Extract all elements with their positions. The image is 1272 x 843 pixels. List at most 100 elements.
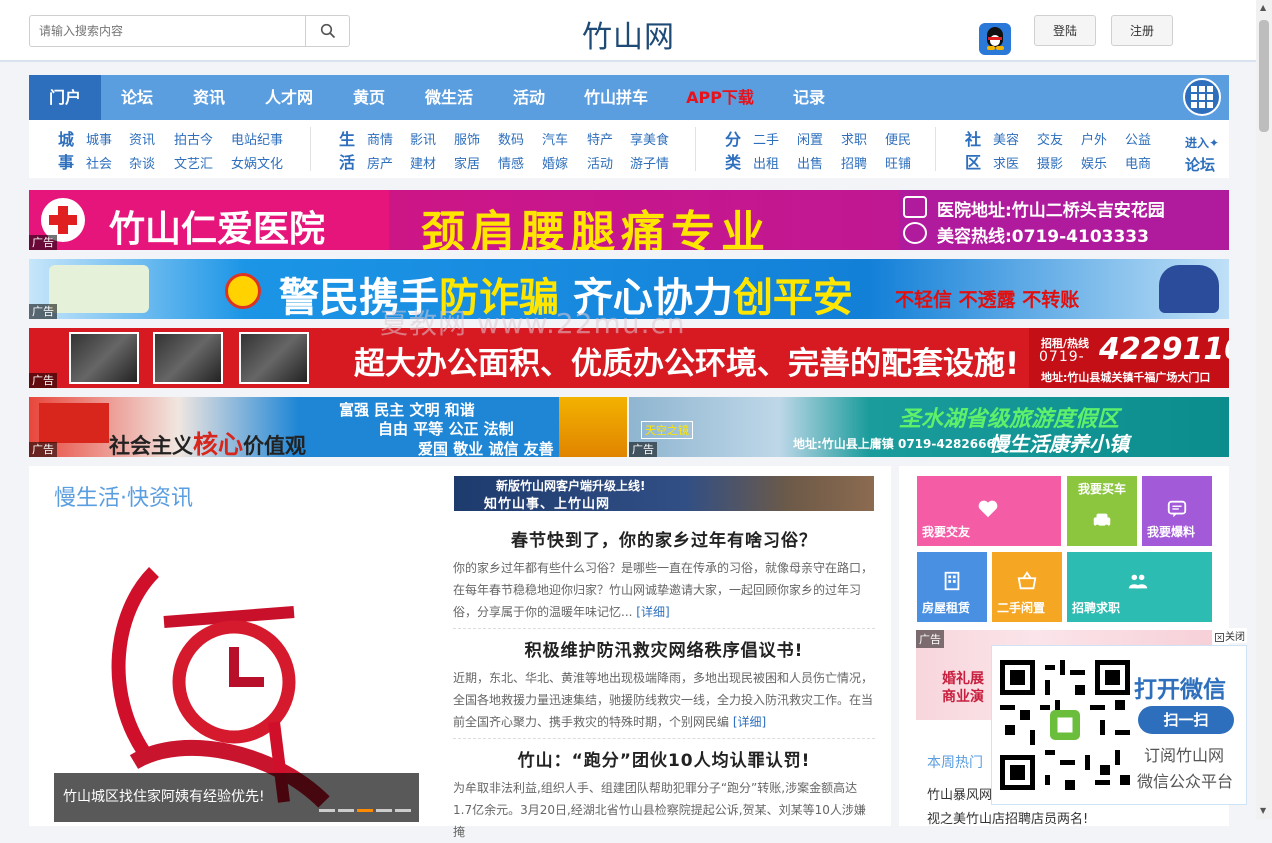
tile-house-rent[interactable]: 房屋租赁 <box>917 552 987 622</box>
subnav-link[interactable]: 文艺汇 <box>174 153 213 172</box>
subnav-link[interactable]: 交友 <box>1037 129 1063 148</box>
ad-row-double: 社会主义核心价值观 富强 民主 文明 和谐 自由 平等 公正 法制 爱国 敬业 … <box>29 397 1229 457</box>
nav-item-carpool[interactable]: 竹山拼车 <box>565 75 667 120</box>
subnav-link[interactable]: 求医 <box>993 153 1019 172</box>
subnav-link[interactable]: 电站纪事 <box>231 129 283 148</box>
subnav-link[interactable]: 户外 <box>1081 129 1107 148</box>
ad-values-line: 爱国 敬业 诚信 友善 <box>418 440 554 457</box>
tile-buy-car[interactable]: 我要买车 <box>1067 476 1137 546</box>
subnav-link[interactable]: 出租 <box>753 153 779 172</box>
chat-icon <box>1167 500 1187 518</box>
subnav-link[interactable]: 服饰 <box>454 129 480 148</box>
police-cartoon-icon <box>1159 265 1219 313</box>
scrollbar-thumb[interactable] <box>1259 20 1269 132</box>
subnav-link[interactable]: 旺铺 <box>885 153 911 172</box>
ad-banner-resort[interactable]: 天空之镜 圣水湖省级旅游度假区 慢生活康养小镇 地址:竹山县上庸镇 0719-4… <box>629 397 1229 457</box>
party-flag-icon <box>39 403 109 443</box>
location-icon <box>903 196 927 218</box>
nav-item-events[interactable]: 活动 <box>493 75 565 120</box>
ad-values-line: 富强 民主 文明 和谐 <box>339 401 475 419</box>
nav-item-records[interactable]: 记录 <box>773 75 845 120</box>
subnav-link[interactable]: 求职 <box>841 129 867 148</box>
subnav-link[interactable]: 电商 <box>1125 153 1151 172</box>
nav-item-portal[interactable]: 门户 <box>29 75 101 120</box>
subnav-link[interactable]: 活动 <box>587 153 613 172</box>
subnav-link[interactable]: 数码 <box>498 129 524 148</box>
nav-item-news[interactable]: 资讯 <box>173 75 245 120</box>
ad-office-address: 地址:竹山县城关镇千福广场大门口 <box>1041 371 1211 384</box>
page-scrollbar[interactable]: ▲ ▼ <box>1256 0 1272 819</box>
site-logo[interactable]: 竹山网 <box>582 12 675 56</box>
subnav-link[interactable]: 享美食 <box>630 129 669 148</box>
police-badge-icon <box>225 273 261 309</box>
ad-label: 广告 <box>29 304 57 319</box>
hot-list-item[interactable]: 视之美竹山店招聘店员两名! <box>927 808 1088 827</box>
sidebar-ad-text: 婚礼展 商业演 <box>942 671 984 705</box>
ad-banner-values[interactable]: 社会主义核心价值观 富强 民主 文明 和谐 自由 平等 公正 法制 爱国 敬业 … <box>29 397 627 457</box>
close-icon: ✕ <box>1215 633 1224 642</box>
subnav-link[interactable]: 商情 <box>367 129 393 148</box>
subnav-link[interactable]: 公益 <box>1125 129 1151 148</box>
subnav-link[interactable]: 游子情 <box>630 153 669 172</box>
hot-list-item[interactable]: 竹山暴风网 <box>927 784 992 803</box>
qq-login-icon[interactable] <box>979 23 1011 55</box>
news-title[interactable]: 积极维护防汛救灾网络秩序倡议书! <box>453 636 875 661</box>
subnav-link[interactable]: 便民 <box>885 129 911 148</box>
news-more-link[interactable]: [详细] <box>636 605 669 619</box>
tile-second-hand[interactable]: 二手闲置 <box>992 552 1062 622</box>
ad-hospital-address: 医院地址:竹山二桥头吉安花园 <box>937 201 1165 221</box>
subnav-link[interactable]: 杂谈 <box>129 153 155 172</box>
subnav-link[interactable]: 摄影 <box>1037 153 1063 172</box>
subnav-link[interactable]: 婚嫁 <box>542 153 568 172</box>
subnav-link[interactable]: 闲置 <box>797 129 823 148</box>
tile-make-friends[interactable]: 我要交友 <box>917 476 1061 546</box>
subnav-link[interactable]: 房产 <box>367 153 393 172</box>
ad-office-headline: 超大办公面积、优质办公环境、完善的配套设施! <box>354 346 1020 382</box>
apps-grid-icon[interactable] <box>1183 78 1221 116</box>
nav-item-forum[interactable]: 论坛 <box>101 75 173 120</box>
scroll-up-icon[interactable]: ▲ <box>1260 3 1266 12</box>
search-input[interactable] <box>30 16 306 46</box>
nav-item-jobs[interactable]: 人才网 <box>245 75 333 120</box>
tile-report[interactable]: 我要爆料 <box>1142 476 1212 546</box>
slider-dots[interactable] <box>316 797 411 816</box>
enter-forum-link[interactable]: 进入✦ 论坛 <box>1185 132 1219 176</box>
subnav-link[interactable]: 招聘 <box>841 153 867 172</box>
subnav-link[interactable]: 资讯 <box>129 129 155 148</box>
news-more-link[interactable]: [详细] <box>733 715 766 729</box>
subnav-link[interactable]: 情感 <box>498 153 524 172</box>
tile-jobs[interactable]: 招聘求职 <box>1067 552 1212 622</box>
subnav-link[interactable]: 拍古今 <box>174 129 213 148</box>
search-button[interactable] <box>305 16 349 46</box>
subnav-link[interactable]: 建材 <box>410 153 436 172</box>
subnav-link[interactable]: 城事 <box>86 129 112 148</box>
news-title[interactable]: 春节快到了，你的家乡过年有啥习俗？ <box>453 526 875 551</box>
nav-item-microlife[interactable]: 微生活 <box>405 75 493 120</box>
subnav-link[interactable]: 美容 <box>993 129 1019 148</box>
subnav-link[interactable]: 出售 <box>797 153 823 172</box>
qr-code-image <box>1000 660 1130 790</box>
subnav-link[interactable]: 女娲文化 <box>231 153 283 172</box>
subnav-link[interactable]: 特产 <box>587 129 613 148</box>
news-title[interactable]: 竹山：“跑分”团伙10人均认罪认罚! <box>453 746 875 771</box>
register-button[interactable]: 注册 <box>1111 15 1173 46</box>
subnav-link[interactable]: 二手 <box>753 129 779 148</box>
scroll-down-icon[interactable]: ▼ <box>1260 806 1266 815</box>
app-upgrade-banner[interactable]: 新版竹山网客户端升级上线! 知竹山事、上竹山网 <box>454 476 874 512</box>
subnav-link[interactable]: 家居 <box>454 153 480 172</box>
hot-this-week-title: 本周热门 <box>927 755 983 771</box>
nav-item-app-download[interactable]: APP下载 <box>667 75 773 120</box>
ad-banner-hospital[interactable]: 竹山仁爱医院 颈肩腰腿痛专业 医院地址:竹山二桥头吉安花园 美容热线:0719-… <box>29 190 1229 250</box>
subnav-link[interactable]: 娱乐 <box>1081 153 1107 172</box>
subnav-link[interactable]: 社会 <box>86 153 112 172</box>
subnav-link[interactable]: 汽车 <box>542 129 568 148</box>
top-header: 竹山网 登陆 注册 <box>0 0 1256 62</box>
heart-icon <box>978 500 998 518</box>
login-button[interactable]: 登陆 <box>1034 15 1096 46</box>
ad-resort-address: 地址:竹山县上庸镇 0719-4282666 <box>793 437 995 451</box>
office-photo <box>69 332 139 384</box>
close-popup-button[interactable]: ✕ 关闭 <box>1213 628 1247 643</box>
nav-item-yellowpages[interactable]: 黄页 <box>333 75 405 120</box>
subnav-link[interactable]: 影讯 <box>410 129 436 148</box>
image-slider[interactable]: 竹山城区找住家阿姨有经验优先! <box>54 522 419 822</box>
